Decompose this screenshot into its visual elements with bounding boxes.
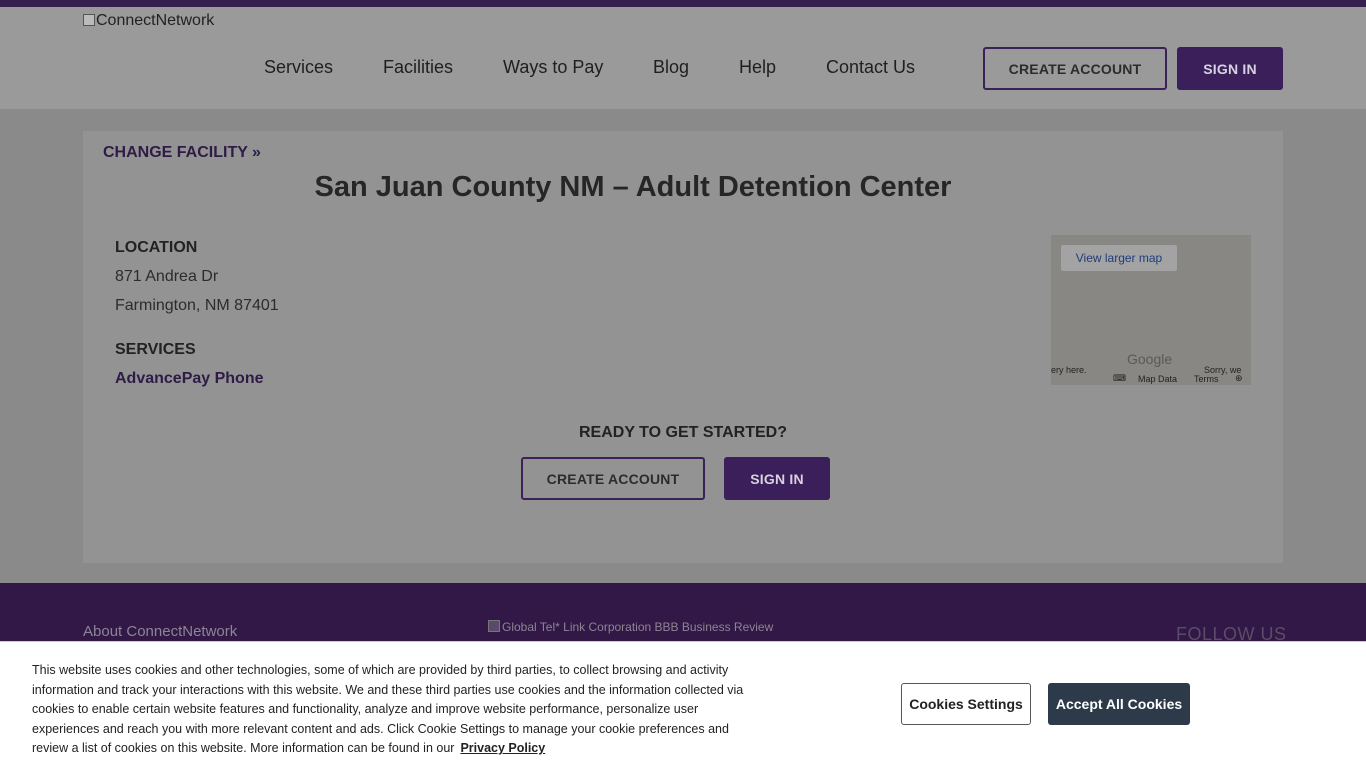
- map-report-icon[interactable]: ⊕: [1235, 373, 1243, 384]
- nav-services[interactable]: Services: [264, 57, 333, 78]
- cookie-notice: This website uses cookies and other tech…: [32, 661, 752, 759]
- map-data-link[interactable]: Map Data: [1138, 374, 1177, 384]
- google-logo: Google: [1127, 351, 1173, 367]
- change-facility-link[interactable]: CHANGE FACILITY »: [103, 144, 261, 162]
- map-terms-link[interactable]: Terms: [1194, 374, 1219, 384]
- broken-image-icon: [488, 620, 500, 632]
- services-label: SERVICES: [115, 341, 196, 358]
- location-label: LOCATION: [115, 239, 198, 256]
- address-line2: Farmington, NM 87401: [115, 297, 279, 314]
- sign-in-button[interactable]: SIGN IN: [724, 457, 830, 500]
- address-line1: 871 Andrea Dr: [115, 268, 219, 285]
- nav-help[interactable]: Help: [739, 57, 776, 78]
- broken-image-icon: [83, 14, 95, 26]
- facility-card: CHANGE FACILITY » San Juan County NM – A…: [83, 131, 1283, 563]
- cookie-banner: This website uses cookies and other tech…: [0, 641, 1366, 768]
- site-header: ConnectNetwork Services Facilities Ways …: [0, 7, 1366, 109]
- advancepay-phone-link[interactable]: AdvancePay Phone: [115, 370, 264, 388]
- view-larger-map-button[interactable]: View larger map: [1061, 245, 1177, 271]
- keyboard-icon[interactable]: ⌨: [1113, 373, 1126, 384]
- ready-heading: READY TO GET STARTED?: [578, 424, 787, 441]
- map-imagery-text: ery here.: [1051, 365, 1087, 375]
- header-sign-in-button[interactable]: SIGN IN: [1177, 47, 1283, 90]
- accept-all-cookies-button[interactable]: Accept All Cookies: [1048, 683, 1190, 725]
- top-accent-bar: [0, 0, 1366, 7]
- create-account-button[interactable]: CREATE ACCOUNT: [521, 457, 705, 500]
- nav-contact-us[interactable]: Contact Us: [826, 57, 915, 78]
- bbb-badge[interactable]: Global Tel* Link Corporation BBB Busines…: [488, 620, 773, 634]
- facility-title: San Juan County NM – Adult Detention Cen…: [314, 171, 952, 203]
- connectnetwork-logo[interactable]: ConnectNetwork: [83, 12, 214, 30]
- nav-blog[interactable]: Blog: [653, 57, 689, 78]
- embedded-map[interactable]: View larger map Google ery here. Sorry, …: [1051, 235, 1251, 385]
- about-connectnetwork-link[interactable]: About ConnectNetwork: [83, 623, 237, 640]
- privacy-policy-link[interactable]: Privacy Policy: [460, 741, 545, 755]
- cookie-text: This website uses cookies and other tech…: [32, 663, 744, 756]
- header-create-account-button[interactable]: CREATE ACCOUNT: [983, 47, 1167, 90]
- cookies-settings-button[interactable]: Cookies Settings: [901, 683, 1031, 725]
- logo-alt-text: ConnectNetwork: [96, 12, 215, 29]
- bbb-alt-text: Global Tel* Link Corporation BBB Busines…: [502, 620, 774, 634]
- nav-ways-to-pay[interactable]: Ways to Pay: [503, 57, 603, 78]
- nav-facilities[interactable]: Facilities: [383, 57, 453, 78]
